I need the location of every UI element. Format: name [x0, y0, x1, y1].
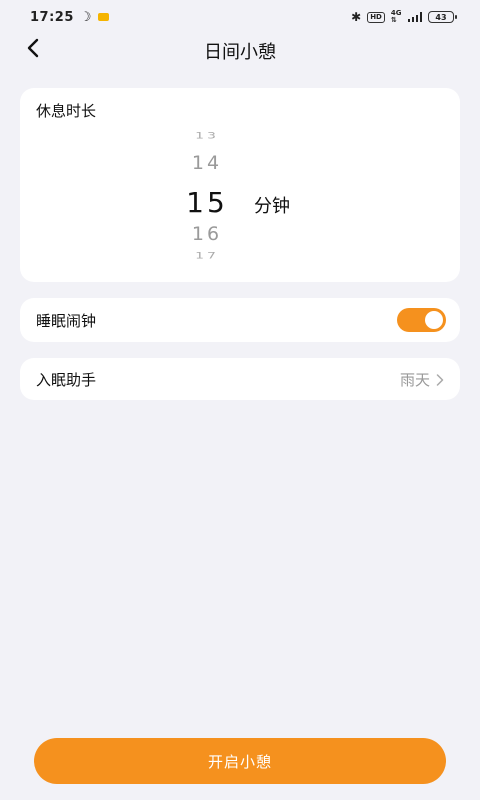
assistant-value: 雨天 [399, 371, 430, 389]
chevron-right-icon [436, 373, 444, 386]
header: 日间小憩 [0, 28, 480, 72]
start-nap-button[interactable]: 开启小憩 [34, 738, 446, 784]
picker-item[interactable]: 16 [177, 223, 237, 245]
signal-icon [407, 12, 422, 22]
alarm-label: 睡眠闹钟 [36, 312, 97, 330]
picker-item[interactable]: 14 [177, 152, 237, 174]
duration-label: 休息时长 [36, 102, 97, 120]
duration-card: 休息时长 13 14 15 16 17 分钟 [20, 88, 460, 282]
moon-icon: ☽ [79, 9, 92, 25]
duration-picker[interactable]: 13 14 15 16 17 分钟 [20, 126, 460, 276]
status-left: 17:25 ☽ [30, 10, 109, 25]
picker-item[interactable]: 13 [177, 131, 237, 141]
assistant-card[interactable]: 入眠助手 雨天 [20, 358, 460, 400]
picker-unit: 分钟 [254, 196, 290, 217]
assistant-label: 入眠助手 [36, 371, 97, 389]
status-time: 17:25 [30, 9, 74, 25]
network-icon: 4G ⇅ [391, 10, 402, 24]
hd-icon: HD [367, 11, 385, 23]
message-icon [97, 13, 109, 21]
toggle-knob [425, 311, 443, 329]
assistant-selector[interactable]: 雨天 [400, 369, 444, 390]
battery-level: 43 [435, 12, 447, 22]
picker-item-selected[interactable]: 15 [177, 186, 237, 219]
picker-item[interactable]: 17 [177, 251, 237, 261]
network-arrows: ⇅ [390, 16, 397, 24]
status-right: ✱ HD 4G ⇅ 43 [351, 10, 457, 24]
bluetooth-icon: ✱ [351, 10, 362, 24]
alarm-card: 睡眠闹钟 [20, 298, 460, 342]
screen: 17:25 ☽ ✱ HD 4G ⇅ 43 日间小憩 休息时长 13 14 15 … [0, 0, 480, 800]
page-title: 日间小憩 [204, 42, 276, 63]
battery-icon: 43 [428, 11, 457, 23]
alarm-toggle[interactable] [397, 308, 446, 332]
